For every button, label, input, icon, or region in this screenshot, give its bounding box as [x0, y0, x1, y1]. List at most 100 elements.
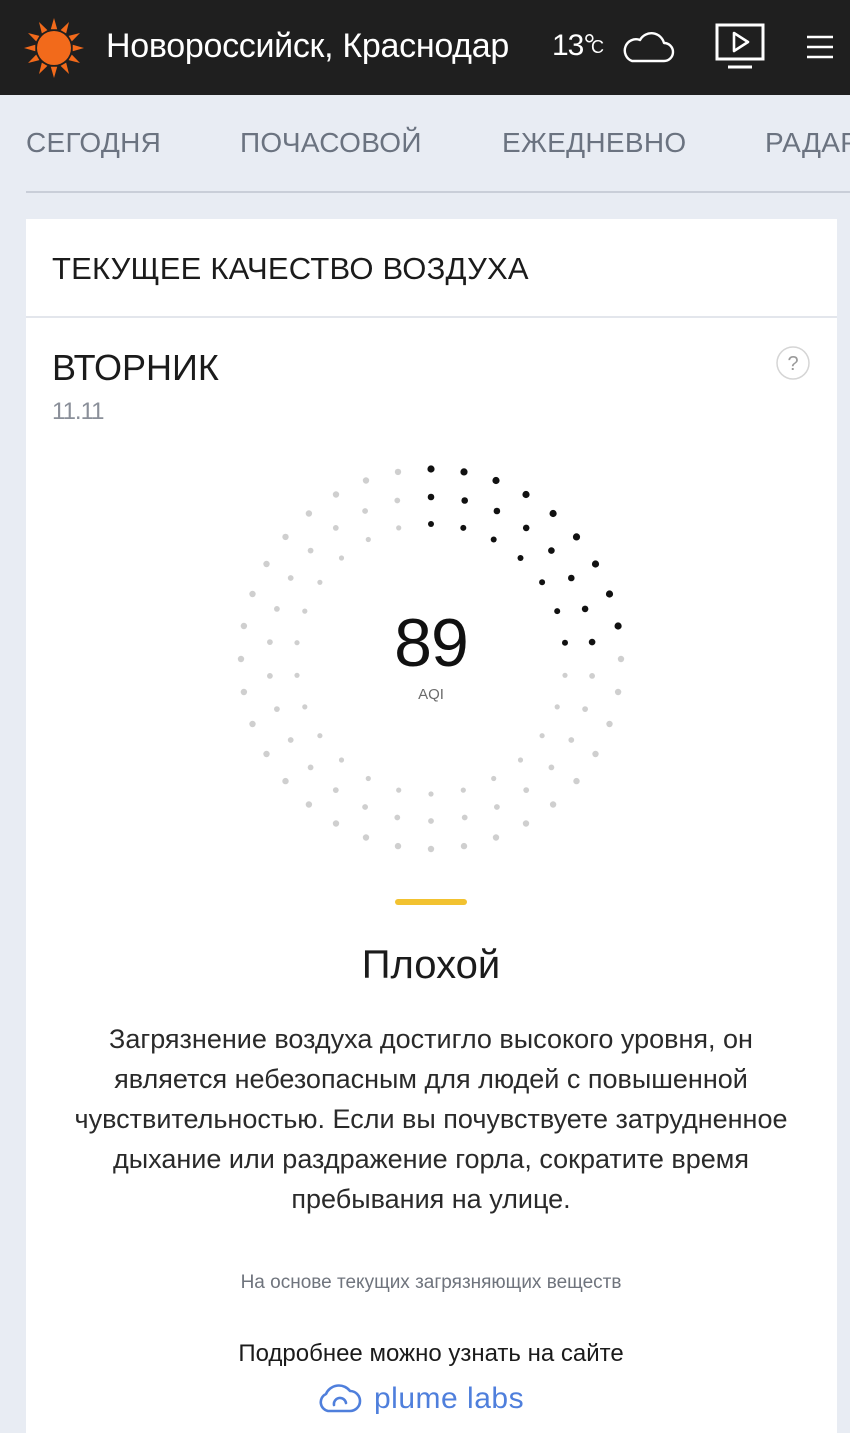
gauge-dot [362, 508, 368, 514]
gauge-dot [427, 845, 435, 853]
day-date: 11.11 [52, 398, 104, 425]
gauge-dot [517, 757, 524, 763]
sun-ray [68, 54, 80, 63]
gauge-dot [394, 814, 401, 821]
gauge-dot-active [460, 524, 467, 531]
gauge-dot [549, 801, 557, 808]
gauge-dot [249, 590, 256, 598]
gauge-dot-active [591, 560, 600, 568]
gauge-dot-active [549, 509, 557, 518]
gauge-dot [307, 547, 314, 554]
more-info-text: Подробнее можно узнать на сайте [238, 1340, 624, 1367]
gauge-dot [282, 777, 289, 785]
gauge-dot [332, 787, 339, 793]
gauge-dot [332, 525, 339, 531]
gauge-dot-active [517, 555, 524, 561]
gauge-dot [523, 787, 530, 793]
gauge-dot [568, 737, 575, 743]
gauge-dot [249, 720, 256, 728]
gauge-dot [362, 477, 370, 484]
gauge-dot-active [588, 638, 596, 646]
plume-labs-logo-icon [319, 1384, 362, 1413]
tab-daily[interactable]: ЕЖЕДНЕВНО [502, 125, 686, 161]
gauge-dot [362, 804, 368, 810]
gauge-dot [589, 673, 595, 679]
gauge-dot [267, 673, 273, 679]
gauge-dot [294, 672, 300, 678]
gauge-dot [365, 775, 371, 782]
sun-ray [60, 22, 69, 34]
gauge-dot [548, 764, 555, 771]
gauge-dot [287, 575, 294, 581]
location-name[interactable]: Новороссийск, Краснодар [106, 24, 509, 68]
sun-ray [39, 62, 48, 74]
forecast-tabs: СЕГОДНЯ ПОЧАСОВОЙ ЕЖЕДНЕВНО РАДАР [0, 95, 850, 193]
gauge-dot-active [428, 521, 434, 527]
gauge-dot [394, 468, 402, 476]
gauge-dot-active [562, 639, 568, 646]
gauge-dot-active [490, 536, 497, 543]
gauge-dot [614, 688, 622, 696]
gauge-dot [460, 787, 466, 793]
gauge-dot [592, 750, 599, 758]
gauge-dot [582, 706, 588, 712]
gauge-dot [282, 533, 289, 541]
gauge-dot [492, 834, 500, 841]
gauge-dot [573, 777, 580, 785]
card-divider [26, 316, 837, 318]
sun-ray [28, 54, 40, 63]
gauge-dot [362, 834, 370, 841]
gauge-dot [338, 555, 345, 561]
gauge-dot [539, 733, 545, 739]
gauge-dot-active [614, 622, 622, 630]
gauge-dot [302, 704, 308, 710]
sun-icon[interactable] [22, 16, 86, 80]
help-icon[interactable]: ? [775, 345, 811, 381]
gauge-dot [305, 801, 313, 808]
day-name: ВТОРНИК [52, 347, 219, 388]
gauge-dot [394, 842, 402, 850]
tabs-divider [26, 191, 850, 193]
tab-radar[interactable]: РАДАР [765, 125, 850, 161]
air-quality-card: ТЕКУЩЕЕ КАЧЕСТВО ВОЗДУХА ВТОРНИК 11.11 ?… [26, 219, 837, 1433]
current-temperature: 13° [552, 29, 595, 62]
gauge-dot [267, 639, 273, 645]
gauge-dot [237, 655, 245, 663]
gauge-dot [494, 804, 500, 810]
video-play-icon[interactable] [712, 22, 768, 72]
gauge-dot-active [427, 493, 435, 501]
plume-labs-link[interactable]: plume labs [316, 1377, 524, 1421]
sun-ray [28, 33, 40, 42]
gauge-dot-active [568, 574, 575, 582]
gauge-dot [240, 622, 248, 630]
app-header: Новороссийск, Краснодар 13° C [0, 0, 850, 95]
gauge-dot-active [493, 507, 501, 515]
gauge-dot [332, 491, 340, 498]
gauge-dot [428, 818, 434, 824]
gauge-dot [606, 720, 613, 728]
gauge-dot [294, 640, 300, 646]
gauge-dot-active [460, 468, 468, 476]
tab-hourly[interactable]: ПОЧАСОВОЙ [240, 125, 422, 161]
gauge-dot [460, 842, 468, 850]
sun-ray [24, 44, 36, 52]
partner-name: plume labs [374, 1382, 525, 1415]
gauge-dot [562, 672, 568, 678]
gauge-dot [617, 655, 625, 663]
temperature-unit: C [591, 37, 604, 57]
gauge-dot [394, 497, 401, 504]
menu-icon[interactable] [803, 32, 835, 62]
gauge-dot [396, 525, 402, 531]
gauge-dot [305, 510, 313, 517]
aqi-value: 89 [394, 605, 469, 681]
gauge-dot-active [522, 524, 530, 532]
gauge-dot [263, 750, 270, 758]
sun-ray [50, 18, 58, 30]
gauge-dot-active [539, 579, 546, 586]
gauge-dot-active [605, 590, 614, 598]
sun-ray [50, 66, 58, 78]
gauge-dot [317, 579, 323, 585]
gauge-dot-active [554, 608, 561, 615]
gauge-dot [240, 688, 248, 696]
tab-today[interactable]: СЕГОДНЯ [26, 125, 161, 161]
